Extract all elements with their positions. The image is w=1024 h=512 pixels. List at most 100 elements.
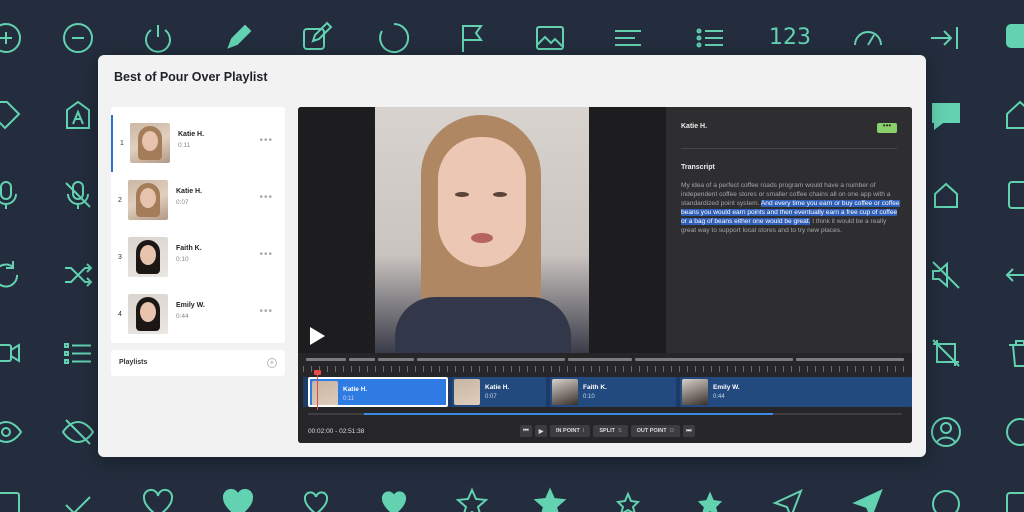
eye-icon xyxy=(0,412,26,452)
image-icon xyxy=(530,18,570,58)
clip-thumbnail xyxy=(312,381,338,405)
more-options-button[interactable]: ••• xyxy=(877,122,897,133)
transcript-text[interactable]: My idea of a perfect coffee roads progra… xyxy=(681,181,901,235)
timeline-clip[interactable]: Faith K. 0:10 xyxy=(550,377,676,407)
home-icon xyxy=(926,175,966,215)
clip-speaker: Emily W. xyxy=(176,302,205,309)
time-ruler xyxy=(303,366,907,372)
in-point-label: IN POINT xyxy=(556,428,580,434)
clip-duration: 0:10 xyxy=(176,256,189,263)
video-player[interactable] xyxy=(298,107,666,353)
speaker-name: Katie H. xyxy=(681,123,708,130)
clip-speaker: Emily W. xyxy=(713,384,740,391)
send-filled-icon xyxy=(848,484,888,512)
clip-thumbnail xyxy=(130,123,170,163)
playback-controls: ⏮ ▶ IN POINT I SPLIT S OUT POINT O ⏭ xyxy=(520,425,695,437)
clip-speaker: Faith K. xyxy=(176,245,202,252)
more-options-icon[interactable]: ••• xyxy=(259,135,273,146)
more-options-icon[interactable]: ••• xyxy=(259,306,273,317)
playlists-label: Playlists xyxy=(119,359,148,366)
more-options-icon[interactable]: ••• xyxy=(259,192,273,203)
segment-bar xyxy=(635,358,793,361)
heart-outline-icon xyxy=(138,484,178,512)
segment-bar xyxy=(378,358,414,361)
playlists-section[interactable]: Playlists + xyxy=(111,350,285,376)
timeline-clip[interactable]: Katie H. 0:11 xyxy=(308,377,448,407)
segment-bar xyxy=(796,358,904,361)
clip-speaker: Katie H. xyxy=(343,386,368,393)
clip-thumbnail xyxy=(128,294,168,334)
list-icon xyxy=(690,18,730,58)
crop-off-icon xyxy=(926,333,966,373)
send-icon xyxy=(768,484,808,512)
in-point-button[interactable]: IN POINT I xyxy=(550,425,591,437)
clip-index: 1 xyxy=(120,140,124,147)
star-small-filled-icon xyxy=(690,484,730,512)
scroll-icon xyxy=(1000,175,1024,215)
clip-index: 3 xyxy=(118,254,122,261)
segment-bar xyxy=(417,358,565,361)
progress-fill xyxy=(364,413,773,415)
video-frame xyxy=(375,107,589,353)
numbers-icon: 123 xyxy=(769,25,811,50)
clip-list-item[interactable]: 2 Katie H. 0:07 ••• xyxy=(111,172,285,229)
trash-icon xyxy=(1000,333,1024,373)
segment-bar xyxy=(349,358,375,361)
segment-bar xyxy=(568,358,632,361)
page-title: Best of Pour Over Playlist xyxy=(114,70,268,84)
more-options-icon[interactable]: ••• xyxy=(259,249,273,260)
timeline-clip[interactable]: Emily W. 0:44 xyxy=(680,377,912,407)
arrows-icon xyxy=(1000,255,1024,295)
clip-speaker: Katie H. xyxy=(485,384,510,391)
clip-thumbnail xyxy=(454,379,480,405)
check-icon xyxy=(58,484,98,512)
heart-small-icon xyxy=(296,484,336,512)
refresh-icon xyxy=(0,255,26,295)
clip-list: 1 Katie H. 0:11 ••• 2 Katie H. 0:07 ••• … xyxy=(111,107,285,343)
heart-small-filled-icon xyxy=(374,484,414,512)
chat-square-icon xyxy=(1000,18,1024,58)
power-icon xyxy=(138,18,178,58)
timecode: 00:02:00 - 02:51:38 xyxy=(308,428,365,435)
add-playlist-icon[interactable]: + xyxy=(267,358,277,368)
clip-duration: 0:07 xyxy=(485,394,497,400)
volume-mute-icon xyxy=(926,255,966,295)
heart-filled-icon xyxy=(218,484,258,512)
clip-list-item[interactable]: 3 Faith K. 0:10 ••• xyxy=(111,229,285,286)
split-button[interactable]: SPLIT S xyxy=(593,425,628,437)
divider xyxy=(681,148,897,149)
microphone-off-icon xyxy=(58,175,98,215)
clip-duration: 0:11 xyxy=(343,396,355,402)
playhead[interactable] xyxy=(314,370,321,410)
split-label: SPLIT xyxy=(599,428,615,434)
play-icon[interactable]: ▶ xyxy=(535,425,547,437)
timeline-clip[interactable]: Katie H. 0:07 xyxy=(452,377,546,407)
clip-duration: 0:11 xyxy=(178,142,191,149)
skip-back-icon[interactable]: ⏮ xyxy=(520,425,532,437)
chat-bubble-icon xyxy=(926,95,966,135)
play-icon[interactable] xyxy=(310,327,325,345)
menu-lines-icon xyxy=(608,18,648,58)
clip-duration: 0:07 xyxy=(176,199,189,206)
timeline: Katie H. 0:11 Katie H. 0:07 Faith K. 0:1… xyxy=(298,353,912,443)
progress-bar[interactable] xyxy=(308,413,902,415)
loading-circle-icon xyxy=(374,18,414,58)
eye-off-icon xyxy=(58,412,98,452)
circle-icon xyxy=(1000,412,1024,452)
arrow-to-right-icon xyxy=(924,18,964,58)
tag-icon xyxy=(0,95,26,135)
transcript-panel: Katie H. ••• Transcript My idea of a per… xyxy=(666,107,912,353)
plus-circle-icon xyxy=(0,18,26,58)
transcript-heading: Transcript xyxy=(681,164,715,171)
text-badge-icon xyxy=(58,95,98,135)
gauge-icon xyxy=(848,18,888,58)
clip-thumbnail xyxy=(552,379,578,405)
skip-forward-icon[interactable]: ⏭ xyxy=(682,425,695,437)
out-point-button[interactable]: OUT POINT O xyxy=(630,425,680,437)
clip-list-item[interactable]: 4 Emily W. 0:44 ••• xyxy=(111,286,285,343)
clip-thumbnail xyxy=(682,379,708,405)
star-filled-icon xyxy=(530,484,570,512)
clip-list-item[interactable]: 1 Katie H. 0:11 ••• xyxy=(111,115,285,172)
video-editor: Katie H. ••• Transcript My idea of a per… xyxy=(298,107,912,443)
clip-thumbnail xyxy=(128,237,168,277)
